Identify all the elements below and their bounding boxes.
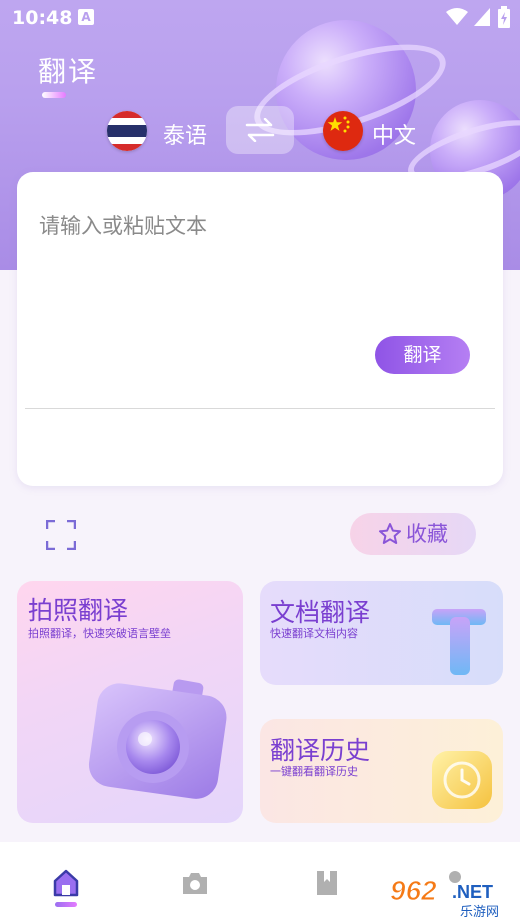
letter-t-3d-icon <box>432 609 486 675</box>
feature-title: 文档翻译 <box>270 598 371 627</box>
favorite-label: 收藏 <box>406 522 448 546</box>
translate-button[interactable]: 翻译 <box>375 336 470 374</box>
china-flag-icon[interactable] <box>323 111 363 151</box>
signal-icon <box>474 8 490 26</box>
swap-icon <box>245 118 275 142</box>
status-time: 10:48 <box>12 7 73 29</box>
feature-title: 拍照翻译 <box>28 596 129 625</box>
home-active-indicator <box>55 902 77 907</box>
photo-translate-card[interactable]: 拍照翻译 拍照翻译，快速突破语言壁垒 <box>17 581 243 823</box>
divider <box>25 408 495 409</box>
home-icon[interactable] <box>51 868 81 898</box>
history-card[interactable]: 翻译历史 一键翻看翻译历史 <box>260 719 503 823</box>
source-language-label[interactable]: 泰语 <box>163 118 207 150</box>
watermark: 962 .NET 乐游网 <box>388 872 516 921</box>
translation-input-card[interactable]: 请输入或粘贴文本 翻译 <box>17 172 503 486</box>
thai-flag-icon[interactable] <box>107 111 147 151</box>
svg-text:.NET: .NET <box>452 882 493 902</box>
swap-language-button[interactable] <box>226 106 294 154</box>
document-translate-card[interactable]: 文档翻译 快速翻译文档内容 <box>260 581 503 685</box>
star-icon <box>379 523 401 544</box>
favorite-button[interactable]: 收藏 <box>350 513 476 555</box>
text-input[interactable]: 请输入或粘贴文本 <box>39 210 207 240</box>
target-language-label[interactable]: 中文 <box>372 118 416 150</box>
title-underline <box>42 92 66 98</box>
clock-3d-icon <box>432 751 492 809</box>
feature-title: 翻译历史 <box>270 736 371 765</box>
page-title: 翻译 <box>38 55 99 88</box>
notification-icon: A <box>78 9 94 25</box>
svg-text:乐游网: 乐游网 <box>460 905 499 920</box>
feature-subtitle: 快速翻译文档内容 <box>270 627 358 640</box>
bookmark-icon[interactable] <box>312 868 342 898</box>
feature-subtitle: 拍照翻译，快速突破语言壁垒 <box>28 627 171 640</box>
battery-icon <box>498 6 510 28</box>
camera-3d-icon <box>88 679 227 799</box>
camera-icon[interactable] <box>180 868 210 898</box>
status-bar: 10:48 A <box>0 0 520 36</box>
svg-text:962: 962 <box>390 875 437 906</box>
feature-subtitle: 一键翻看翻译历史 <box>270 765 358 778</box>
wifi-icon <box>446 8 468 25</box>
fullscreen-icon[interactable] <box>46 520 76 550</box>
